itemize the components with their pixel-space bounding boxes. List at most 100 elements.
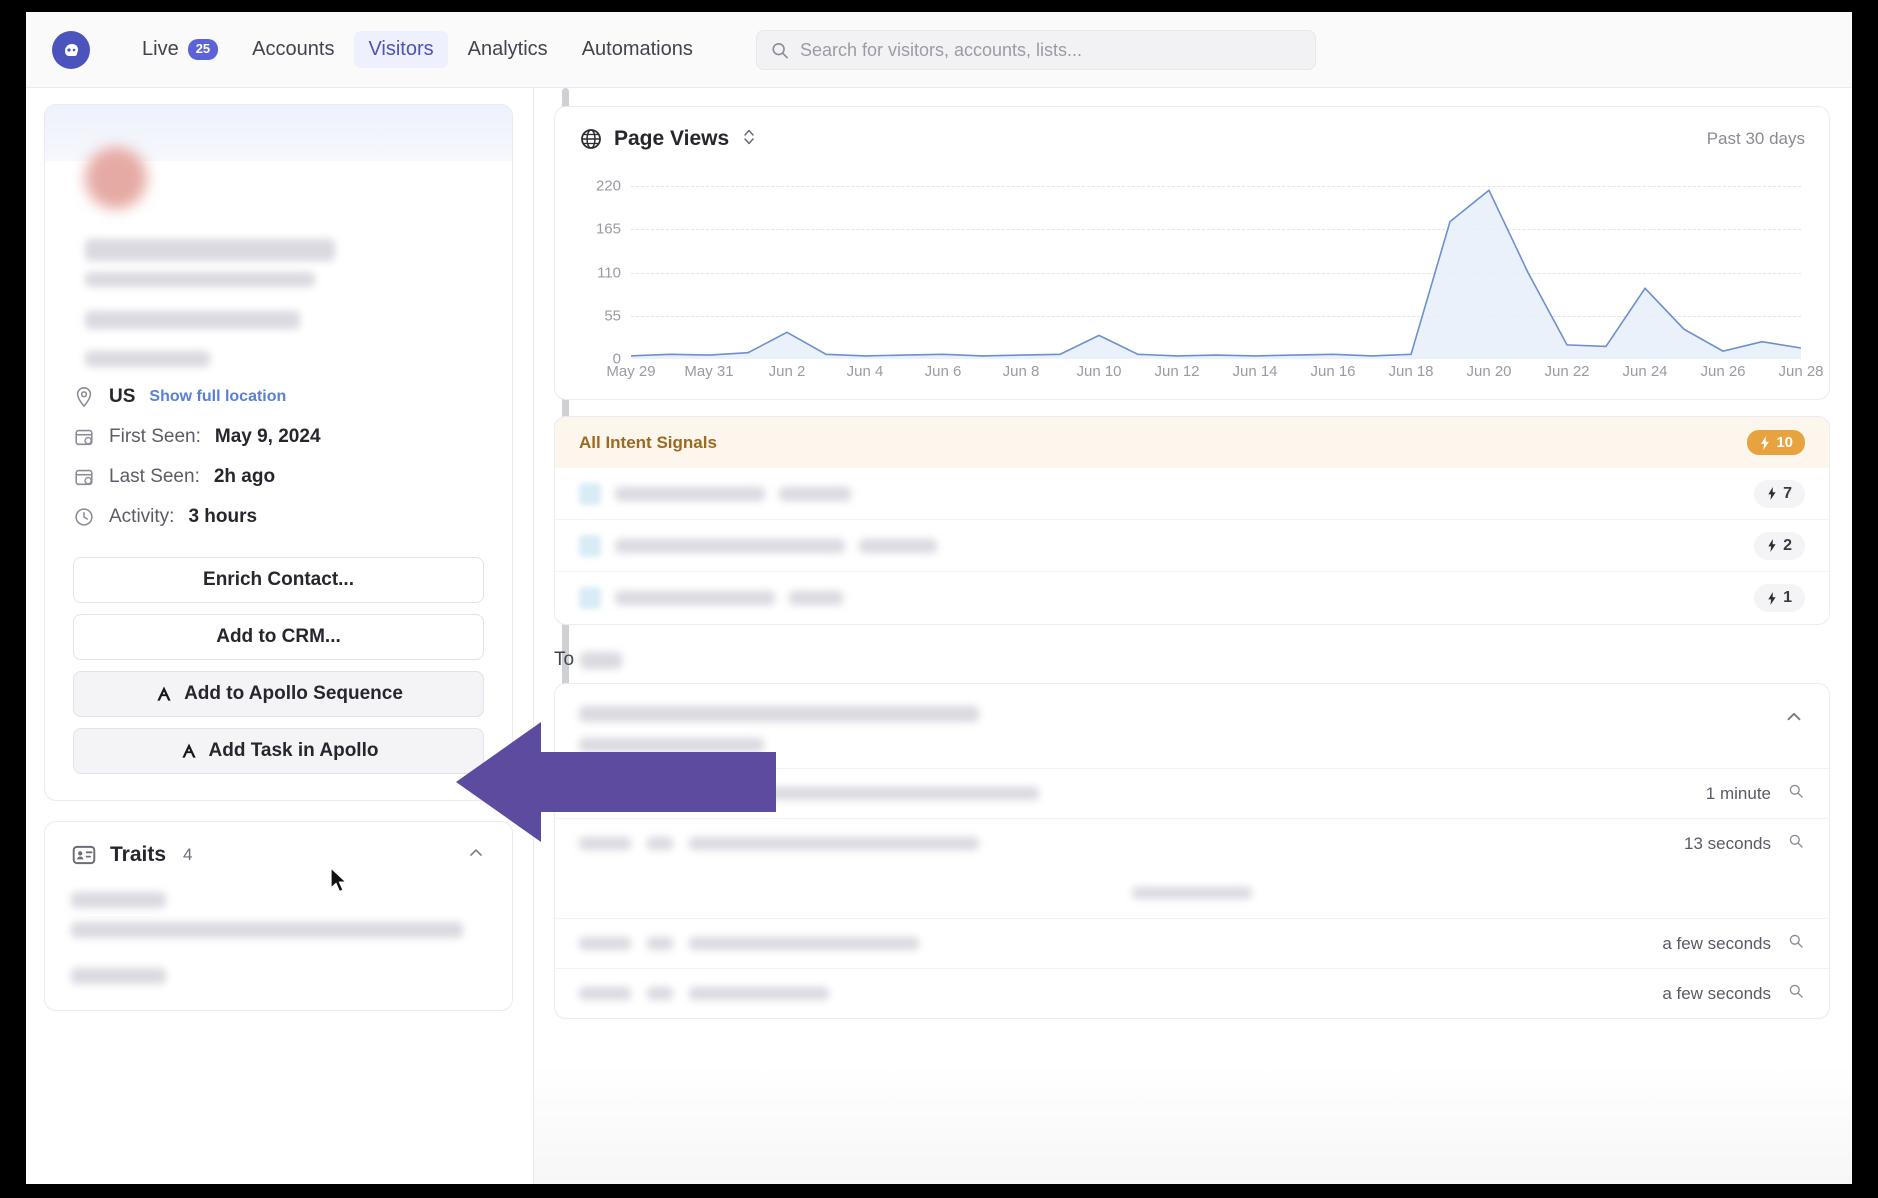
add-to-apollo-sequence-button[interactable]: Add to Apollo Sequence bbox=[73, 671, 484, 717]
chart-plot-area: 0 55 110 165 220 bbox=[579, 169, 1805, 368]
todo-label-redacted bbox=[580, 651, 623, 669]
nav-item-live[interactable]: Live 25 bbox=[128, 31, 232, 68]
signal-name-redacted bbox=[615, 538, 845, 553]
nav-item-analytics[interactable]: Analytics bbox=[454, 31, 562, 68]
nav-item-live-label: Live bbox=[142, 38, 179, 60]
chart-x-tick: Jun 2 bbox=[768, 363, 806, 380]
chart-y-tick: 110 bbox=[597, 264, 621, 282]
chevron-up-icon[interactable] bbox=[466, 843, 486, 868]
intent-signal-count-badge: 1 bbox=[1754, 584, 1805, 612]
visitor-title-redacted bbox=[85, 272, 315, 287]
traits-card: Traits 4 bbox=[44, 821, 513, 1011]
trait-value-redacted bbox=[71, 922, 463, 938]
global-search[interactable] bbox=[756, 30, 1316, 70]
clock-icon bbox=[75, 508, 93, 526]
live-count-badge: 25 bbox=[187, 39, 219, 60]
intent-total-count: 10 bbox=[1776, 434, 1793, 451]
signal-favicon bbox=[579, 482, 601, 505]
signal-favicon bbox=[579, 534, 601, 557]
meta-row-activity: Activity: 3 hours bbox=[73, 497, 484, 537]
traits-count: 4 bbox=[183, 845, 193, 864]
activity-duration: a few seconds bbox=[1662, 933, 1771, 953]
meta-row-first-seen: First Seen: May 9, 2024 bbox=[73, 417, 484, 457]
lightning-bolt-icon bbox=[1768, 539, 1776, 552]
todo-section-label: To bbox=[554, 649, 1830, 671]
chart-y-tick: 55 bbox=[604, 307, 621, 325]
intent-signal-count-badge: 2 bbox=[1754, 531, 1805, 560]
intent-signal-count-badge: 7 bbox=[1754, 479, 1805, 508]
signal-meta-redacted bbox=[859, 538, 937, 553]
nav-item-automations[interactable]: Automations bbox=[568, 31, 707, 68]
chart-title-group[interactable]: Page Views bbox=[579, 127, 755, 151]
last-seen-label: Last Seen: bbox=[109, 466, 200, 487]
meta-row-location: US Show full location bbox=[73, 377, 484, 417]
chart-title: Page Views bbox=[614, 127, 730, 150]
visitor-company-redacted bbox=[85, 351, 210, 367]
signal-meta-redacted bbox=[779, 486, 851, 501]
intent-total-badge: 10 bbox=[1747, 430, 1805, 455]
intent-signal-row[interactable]: 7 bbox=[555, 468, 1829, 520]
apollo-hippo-logo-icon[interactable] bbox=[52, 30, 90, 69]
calendar-clock-icon bbox=[75, 469, 93, 486]
activity-label: Activity: bbox=[109, 506, 175, 527]
activity-duration: 13 seconds bbox=[1684, 833, 1771, 853]
activity-time-redacted bbox=[579, 987, 631, 1000]
first-seen-label: First Seen: bbox=[109, 426, 201, 447]
chart-x-tick: Jun 18 bbox=[1388, 363, 1434, 380]
chart-x-tick: May 31 bbox=[684, 363, 734, 380]
intent-signal-row[interactable]: 1 bbox=[555, 572, 1829, 624]
apollo-logo-icon bbox=[181, 743, 196, 758]
activity-row[interactable]: a few seconds bbox=[555, 968, 1829, 1018]
intent-signal-count: 2 bbox=[1783, 536, 1792, 554]
activity-title-redacted bbox=[579, 706, 979, 722]
nav-item-visitors[interactable]: Visitors bbox=[354, 31, 448, 68]
enrich-contact-button[interactable]: Enrich Contact... bbox=[73, 557, 484, 603]
lightning-bolt-icon bbox=[1768, 487, 1776, 500]
add-to-crm-button[interactable]: Add to CRM... bbox=[73, 614, 484, 660]
signal-name-redacted bbox=[615, 591, 775, 605]
chart-x-tick: Jun 14 bbox=[1232, 363, 1278, 380]
traits-header[interactable]: Traits 4 bbox=[45, 822, 512, 882]
activity-duration: 1 minute bbox=[1705, 783, 1771, 803]
chart-x-tick: Jun 12 bbox=[1154, 363, 1200, 380]
show-full-location-link[interactable]: Show full location bbox=[149, 388, 286, 406]
traits-body bbox=[45, 892, 512, 1010]
nav-item-accounts[interactable]: Accounts bbox=[238, 31, 348, 68]
nav-item-analytics-label: Analytics bbox=[467, 38, 548, 60]
add-task-in-apollo-button[interactable]: Add Task in Apollo bbox=[73, 728, 484, 774]
magnify-icon[interactable] bbox=[1787, 933, 1805, 954]
chart-x-axis: May 29 May 31 Jun 2 Jun 4 Jun 6 Jun 8 Jun 10 Ju… bbox=[606, 359, 1823, 389]
chart-x-tick: Jun 24 bbox=[1622, 363, 1668, 380]
app-body: US Show full location First Seen: May 9,… bbox=[26, 88, 1852, 1184]
magnify-icon[interactable] bbox=[1787, 833, 1805, 854]
action-button-group: Enrich Contact... Add to CRM... Add to A… bbox=[45, 543, 512, 800]
activity-row[interactable]: a few seconds bbox=[555, 918, 1829, 968]
magnify-icon[interactable] bbox=[1787, 783, 1805, 804]
intent-signal-row[interactable]: 2 bbox=[555, 520, 1829, 572]
add-to-apollo-sequence-label: Add to Apollo Sequence bbox=[184, 683, 403, 704]
nav-items: Live 25 Accounts Visitors Analytics Auto… bbox=[128, 31, 707, 68]
chevron-up-icon[interactable] bbox=[1783, 706, 1805, 733]
avatar bbox=[85, 147, 147, 209]
chart-range-label: Past 30 days bbox=[1706, 129, 1805, 148]
chart-header: Page Views Past 30 days bbox=[579, 127, 1805, 151]
activity-divider-row bbox=[555, 868, 1829, 918]
magnify-icon[interactable] bbox=[1787, 983, 1805, 1004]
search-input[interactable] bbox=[799, 39, 1301, 61]
chevron-updown-icon[interactable] bbox=[743, 128, 755, 150]
intent-signals-card: All Intent Signals 10 7 2 1 bbox=[554, 416, 1830, 625]
chart-x-tick: Jun 16 bbox=[1310, 363, 1356, 380]
app-window: Live 25 Accounts Visitors Analytics Auto… bbox=[26, 12, 1852, 1184]
nav-item-accounts-label: Accounts bbox=[252, 38, 335, 60]
intent-signals-header: All Intent Signals 10 bbox=[555, 417, 1829, 468]
visitor-meta-list: US Show full location First Seen: May 9,… bbox=[45, 367, 512, 543]
chart-x-tick: Jun 4 bbox=[846, 363, 884, 380]
chart-x-tick: May 29 bbox=[606, 363, 656, 380]
chart-x-tick: Jun 6 bbox=[924, 363, 962, 380]
bottom-fade bbox=[534, 1064, 1852, 1184]
signal-meta-redacted bbox=[789, 591, 843, 605]
activity-url-redacted bbox=[689, 987, 829, 1000]
chart-x-tick: Jun 8 bbox=[1002, 363, 1040, 380]
profile-card: US Show full location First Seen: May 9,… bbox=[44, 104, 513, 801]
chart-y-tick: 165 bbox=[595, 220, 621, 238]
